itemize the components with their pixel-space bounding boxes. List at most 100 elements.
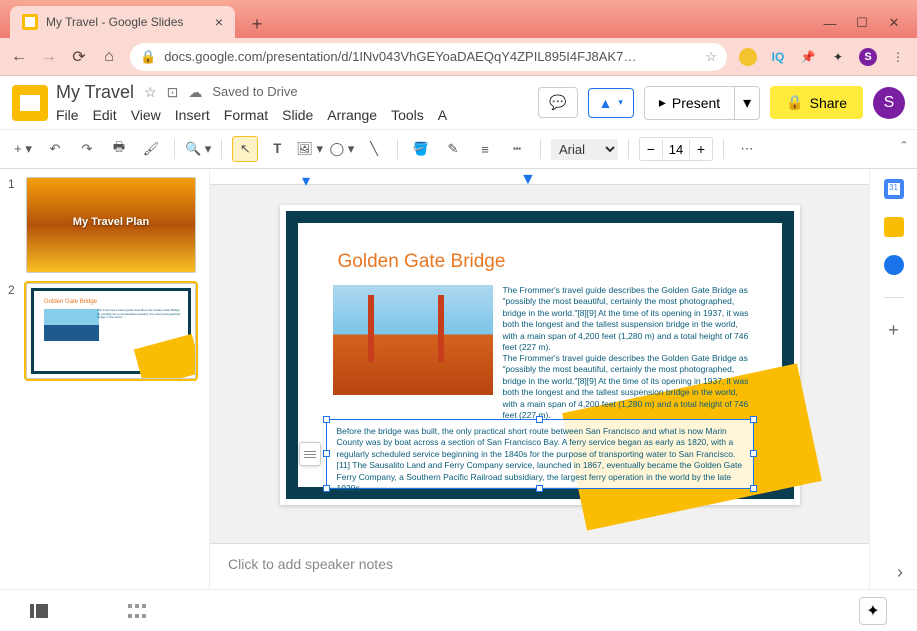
resize-handle-icon[interactable]	[536, 416, 543, 423]
maximize-icon[interactable]: ☐	[855, 16, 869, 30]
undo-button[interactable]: ↶	[42, 136, 68, 162]
share-button[interactable]: 🔒Share	[770, 86, 863, 119]
redo-button[interactable]: ↷	[74, 136, 100, 162]
reload-icon[interactable]: ⟳	[70, 48, 88, 66]
side-panel-toggle-icon[interactable]: ›	[897, 562, 903, 583]
user-avatar[interactable]: S	[873, 87, 905, 119]
present-button[interactable]: ▸Present	[645, 87, 734, 119]
resize-handle-icon[interactable]	[750, 485, 757, 492]
back-icon[interactable]: ←	[10, 48, 28, 66]
extension-icon-1[interactable]	[739, 48, 757, 66]
slide-paragraph-2[interactable]: The Frommer's travel guide describes the…	[503, 353, 750, 422]
font-size-increase[interactable]: +	[690, 138, 712, 160]
bottom-bar: ✦	[0, 589, 917, 631]
menu-more[interactable]: A	[438, 107, 447, 123]
slide-canvas[interactable]: Golden Gate Bridge The Frommer's travel …	[280, 205, 800, 505]
resize-handle-icon[interactable]	[750, 450, 757, 457]
slide-paragraph-1[interactable]: The Frommer's travel guide describes the…	[503, 285, 750, 354]
canvas-area: ▾ ▼ Golden Gate Bridge The Frommer's tra…	[210, 169, 869, 589]
image-tool[interactable]: 🖼 ▾	[296, 136, 323, 162]
save-status: Saved to Drive	[212, 84, 297, 101]
new-slide-button[interactable]: + ▾	[10, 136, 36, 162]
extension-icon-iq[interactable]: IQ	[769, 48, 787, 66]
resize-handle-icon[interactable]	[536, 485, 543, 492]
resize-handle-icon[interactable]	[323, 416, 330, 423]
explore-button[interactable]: ✦	[859, 597, 887, 625]
font-size-decrease[interactable]: −	[640, 138, 662, 160]
collapse-toolbar-icon[interactable]: ˆ	[891, 130, 917, 168]
present-dropdown[interactable]: ▾	[734, 87, 759, 119]
line-tool[interactable]: ╲	[361, 136, 387, 162]
border-dash-button[interactable]: ┅	[504, 136, 530, 162]
more-tools-button[interactable]: ⋯	[734, 136, 760, 162]
menu-arrange[interactable]: Arrange	[327, 107, 377, 123]
present-button-group: ▸Present ▾	[644, 86, 760, 120]
speaker-notes[interactable]: Click to add speaker notes	[210, 543, 869, 589]
select-tool[interactable]: ↖	[232, 136, 258, 162]
star-bookmark-icon[interactable]: ☆	[705, 49, 717, 65]
font-family-select[interactable]: Arial	[551, 139, 618, 160]
font-size-control: − 14 +	[639, 137, 713, 161]
paint-format-button[interactable]: 🖌	[138, 136, 164, 162]
url-text: docs.google.com/presentation/d/1INv043Vh…	[164, 49, 697, 64]
menu-file[interactable]: File	[56, 107, 79, 123]
border-weight-button[interactable]: ≡	[472, 136, 498, 162]
tasks-icon[interactable]	[884, 255, 904, 275]
autofit-handle-icon[interactable]	[299, 442, 321, 466]
slide-thumbnail-2[interactable]: Golden Gate Bridge The Frommer's travel …	[26, 283, 196, 379]
fill-color-button[interactable]: 🪣	[408, 136, 434, 162]
notes-resize-grip-icon[interactable]	[525, 541, 555, 545]
main-area: 1 My Travel Plan 2 Golden Gate Bridge Th…	[0, 169, 917, 589]
new-tab-button[interactable]: +	[243, 10, 271, 38]
filmstrip-view-icon[interactable]	[30, 604, 48, 618]
extensions-puzzle-icon[interactable]: ✦	[829, 48, 847, 66]
slideshow-dropdown-button[interactable]: ▲▾	[588, 88, 634, 118]
ruler-indent-marker-icon[interactable]: ▾	[302, 171, 310, 191]
resize-handle-icon[interactable]	[750, 416, 757, 423]
border-color-button[interactable]: ✎	[440, 136, 466, 162]
menu-view[interactable]: View	[131, 107, 161, 123]
star-icon[interactable]: ☆	[144, 84, 157, 101]
profile-avatar-icon[interactable]: S	[859, 48, 877, 66]
forward-icon: →	[40, 48, 58, 66]
horizontal-ruler[interactable]: ▾ ▼	[210, 169, 869, 185]
ruler-indent-marker-icon[interactable]: ▼	[520, 171, 536, 189]
grid-view-icon[interactable]	[128, 604, 146, 618]
menu-format[interactable]: Format	[224, 107, 268, 123]
menu-edit[interactable]: Edit	[93, 107, 117, 123]
tab-title: My Travel - Google Slides	[46, 15, 183, 29]
selected-textbox-content[interactable]: Before the bridge was built, the only pr…	[337, 426, 743, 493]
menu-slide[interactable]: Slide	[282, 107, 313, 123]
add-addon-icon[interactable]: +	[884, 320, 904, 340]
calendar-icon[interactable]: 31	[884, 179, 904, 199]
google-slides-logo-icon[interactable]	[12, 85, 48, 121]
menu-tools[interactable]: Tools	[391, 107, 424, 123]
browser-menu-icon[interactable]: ⋮	[889, 48, 907, 66]
extension-icons: IQ 📌 ✦ S ⋮	[739, 48, 907, 66]
menu-insert[interactable]: Insert	[175, 107, 210, 123]
textbox-tool[interactable]: 𝐓	[264, 136, 290, 162]
slide-image[interactable]	[333, 285, 493, 395]
print-button[interactable]: 🖶	[106, 136, 132, 162]
slide-title[interactable]: Golden Gate Bridge	[338, 251, 506, 273]
resize-handle-icon[interactable]	[323, 450, 330, 457]
slide-thumbnail-1[interactable]: My Travel Plan	[26, 177, 196, 273]
url-field[interactable]: 🔒 docs.google.com/presentation/d/1INv043…	[130, 43, 727, 71]
selected-textbox[interactable]: Before the bridge was built, the only pr…	[326, 419, 754, 489]
browser-tab[interactable]: My Travel - Google Slides ×	[10, 6, 235, 38]
document-title[interactable]: My Travel	[56, 82, 134, 103]
shape-tool[interactable]: ◯ ▾	[329, 136, 355, 162]
resize-handle-icon[interactable]	[323, 485, 330, 492]
comments-button[interactable]: 💬	[538, 87, 577, 118]
close-window-icon[interactable]: ✕	[887, 16, 901, 30]
browser-addressbar: ← → ⟳ ⌂ 🔒 docs.google.com/presentation/d…	[0, 38, 917, 76]
tab-close-icon[interactable]: ×	[215, 14, 223, 30]
minimize-icon[interactable]: —	[823, 16, 837, 30]
keep-icon[interactable]	[884, 217, 904, 237]
thumb-number: 2	[8, 283, 20, 379]
font-size-value[interactable]: 14	[662, 140, 690, 159]
pinterest-icon[interactable]: 📌	[799, 48, 817, 66]
move-icon[interactable]: ⊡	[167, 84, 179, 101]
zoom-button[interactable]: 🔍 ▾	[185, 136, 211, 162]
home-icon[interactable]: ⌂	[100, 48, 118, 66]
